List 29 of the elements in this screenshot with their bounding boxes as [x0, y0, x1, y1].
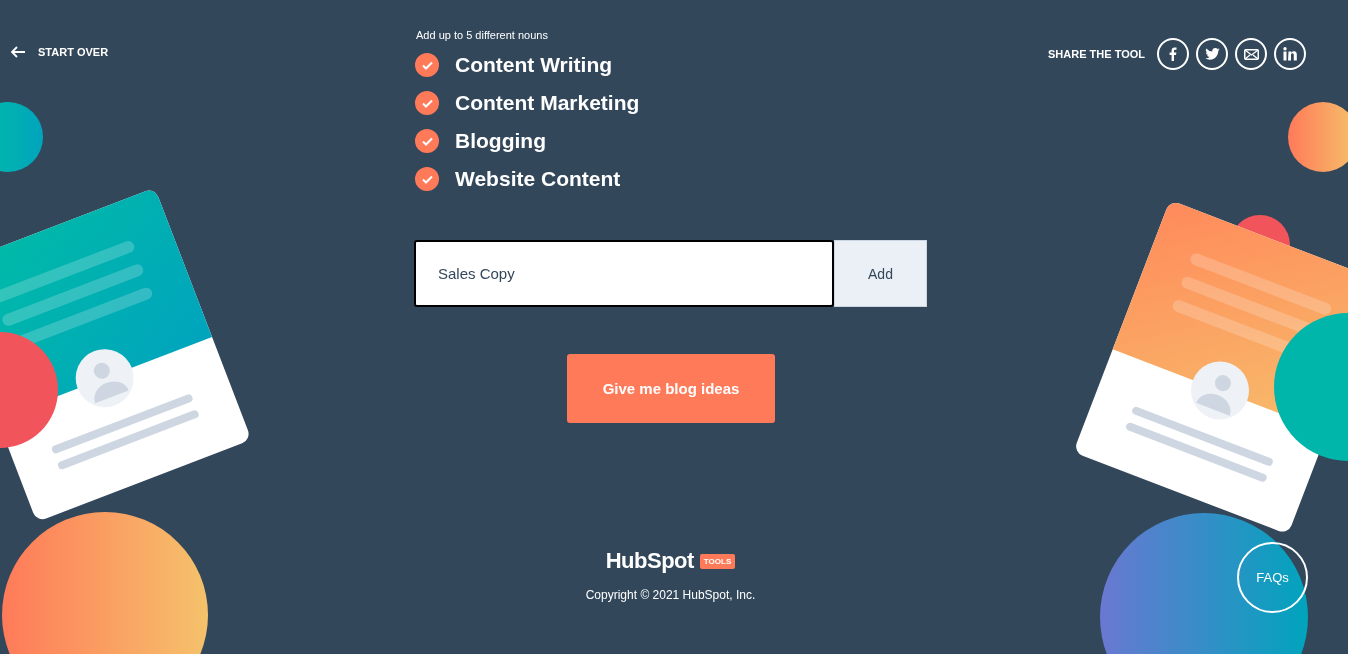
facebook-icon [1169, 47, 1177, 61]
check-icon [421, 98, 433, 108]
share-button[interactable] [1196, 38, 1228, 70]
noun-label: Content Writing [455, 53, 613, 77]
add-button[interactable]: Add [834, 240, 927, 307]
tools-badge: TOOLS [699, 553, 736, 569]
twitter-icon [1204, 48, 1220, 60]
checkbox[interactable] [415, 167, 439, 191]
checkbox[interactable] [415, 129, 439, 153]
check-icon [421, 136, 433, 146]
nouns-hint: Add up to 5 different nouns [416, 29, 549, 41]
check-icon [421, 174, 433, 184]
checkbox[interactable] [415, 91, 439, 115]
noun-label: Website Content [455, 167, 621, 191]
start-over-link[interactable]: START OVER [10, 46, 109, 58]
checkbox[interactable] [415, 53, 439, 77]
noun-label: Content Marketing [455, 91, 640, 115]
share-button[interactable] [1235, 38, 1267, 70]
email-icon [1243, 48, 1259, 60]
share-button[interactable] [1274, 38, 1306, 70]
back-arrow-icon [10, 46, 26, 58]
linkedin-icon [1283, 47, 1297, 61]
check-icon [421, 60, 433, 70]
share-label: SHARE THE TOOL [1048, 48, 1145, 60]
copyright-text: Copyright © 2021 HubSpot, Inc. [585, 588, 756, 602]
noun-label: Blogging [455, 129, 546, 153]
logo: HubSpot [605, 548, 694, 574]
share-button[interactable] [1157, 38, 1189, 70]
noun-input-field[interactable]: Sales Copy [414, 240, 834, 307]
